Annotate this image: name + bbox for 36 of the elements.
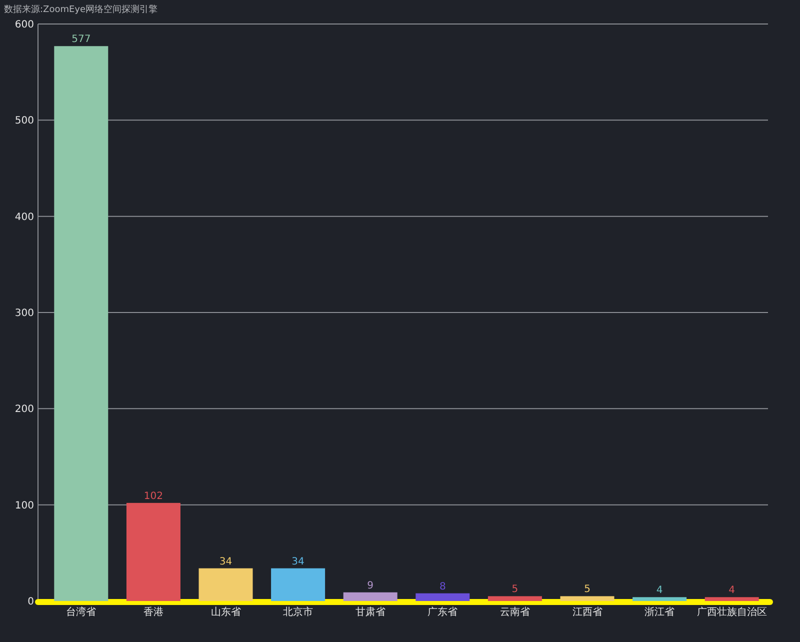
bar [271,568,326,601]
data-label: 102 [144,490,163,502]
bar [560,596,614,601]
data-label: 34 [292,556,304,568]
bar [416,593,470,601]
category-label: 广东省 [428,607,458,618]
category-label: 江西省 [572,607,602,618]
category-label: 香港 [143,607,164,618]
category-label: 北京市 [283,607,314,618]
y-tick-label: 500 [14,116,34,127]
bar [704,597,759,601]
data-label: 4 [728,585,736,596]
data-label: 577 [72,34,91,46]
y-tick-label: 600 [14,20,34,30]
data-label: 9 [367,580,374,592]
y-tick-label: 400 [14,212,34,223]
category-label: 广西壮族自治区 [696,607,767,618]
category-label: 台湾省 [66,607,96,618]
category-label: 甘肃省 [355,607,386,618]
data-label: 34 [219,556,232,568]
bar [343,592,398,601]
bar [488,596,542,601]
y-tick-label: 100 [14,500,34,512]
y-tick-label: 200 [14,404,34,416]
category-label: 云南省 [500,607,530,618]
y-tick-label: 300 [14,308,34,319]
category-label: 浙江省 [644,607,675,618]
data-label: 8 [439,581,446,592]
bar [632,597,687,601]
data-label: 5 [584,584,590,596]
bar [198,568,253,601]
data-label: 5 [512,584,518,596]
category-label: 山东省 [210,607,241,618]
data-label: 4 [656,585,663,596]
chart-title: 数据来源:ZoomEye网络空间探测引擎 [3,4,158,16]
y-tick-label: 0 [28,596,34,608]
